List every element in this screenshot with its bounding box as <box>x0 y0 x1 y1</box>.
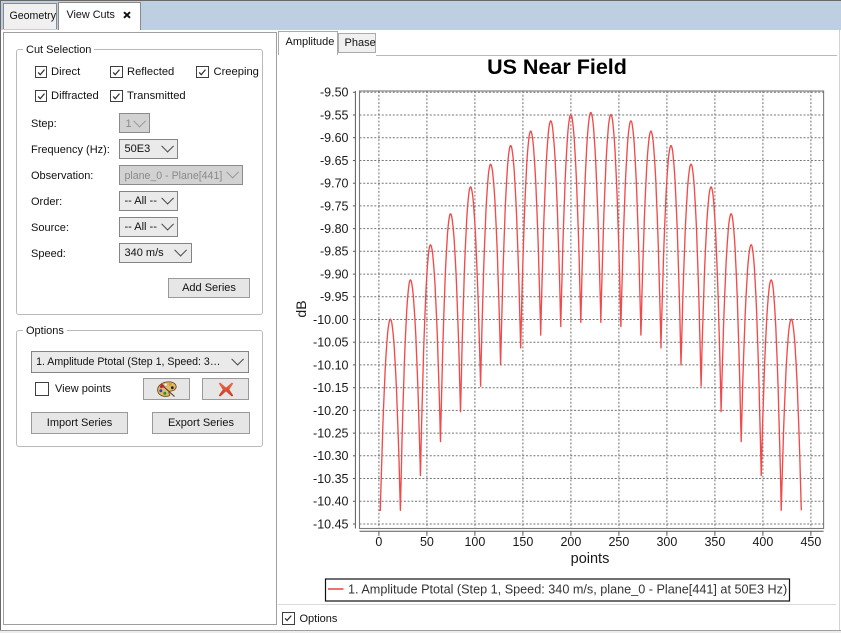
svg-text:points: points <box>571 551 610 567</box>
svg-text:400: 400 <box>752 535 773 549</box>
svg-text:-10.30: -10.30 <box>313 449 348 463</box>
svg-text:-10.00: -10.00 <box>313 313 348 327</box>
svg-text:150: 150 <box>512 535 533 549</box>
svg-text:dB: dB <box>293 300 309 317</box>
svg-text:250: 250 <box>608 535 629 549</box>
svg-text:1. Amplitude Ptotal (Step 1, S: 1. Amplitude Ptotal (Step 1, Speed: 340 … <box>348 583 787 597</box>
svg-text:-9.55: -9.55 <box>320 108 349 122</box>
svg-text:450: 450 <box>800 535 821 549</box>
svg-text:-9.65: -9.65 <box>320 154 349 168</box>
svg-text:0: 0 <box>375 535 382 549</box>
svg-text:-10.35: -10.35 <box>313 472 348 486</box>
svg-text:-10.10: -10.10 <box>313 358 348 372</box>
svg-text:-10.40: -10.40 <box>313 495 348 509</box>
svg-text:100: 100 <box>464 535 485 549</box>
svg-text:-9.90: -9.90 <box>320 268 349 282</box>
svg-text:-10.05: -10.05 <box>313 336 348 350</box>
svg-text:-9.75: -9.75 <box>320 199 349 213</box>
svg-text:-9.95: -9.95 <box>320 290 349 304</box>
svg-text:-10.15: -10.15 <box>313 381 348 395</box>
svg-text:200: 200 <box>560 535 581 549</box>
svg-text:-9.50: -9.50 <box>320 86 349 100</box>
svg-text:-10.45: -10.45 <box>313 517 348 531</box>
svg-text:350: 350 <box>704 535 725 549</box>
svg-text:-9.85: -9.85 <box>320 245 349 259</box>
svg-text:-10.20: -10.20 <box>313 404 348 418</box>
svg-text:-9.80: -9.80 <box>320 222 349 236</box>
svg-text:-9.70: -9.70 <box>320 177 349 191</box>
svg-text:50: 50 <box>420 535 434 549</box>
svg-text:-10.25: -10.25 <box>313 427 348 441</box>
svg-text:-9.60: -9.60 <box>320 131 349 145</box>
svg-text:300: 300 <box>656 535 677 549</box>
